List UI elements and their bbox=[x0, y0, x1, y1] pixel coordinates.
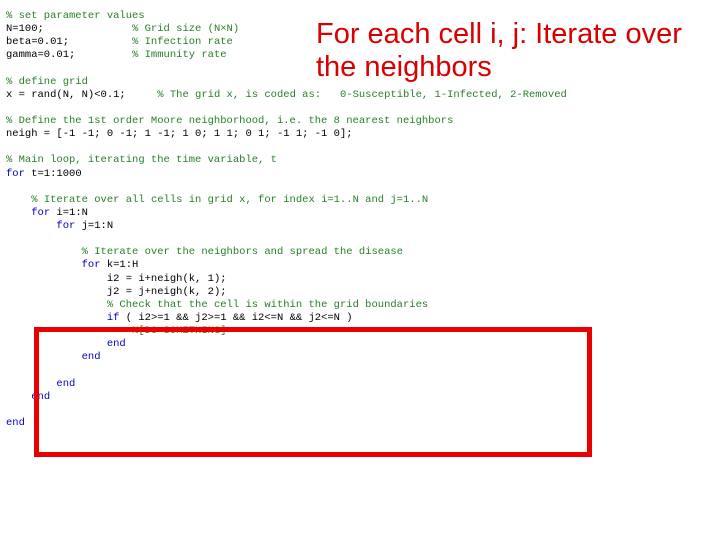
keyword-for: for bbox=[82, 259, 101, 271]
code-line: x = rand(N, N)<0.1; bbox=[6, 89, 126, 101]
comment: % define grid bbox=[6, 76, 88, 88]
code-line: j2 = j+neigh(k, 2); bbox=[107, 286, 227, 298]
code-line: j=1:N bbox=[75, 220, 113, 232]
code-line: t=1:1000 bbox=[25, 168, 82, 180]
comment: %[DO SOMETHING] bbox=[132, 325, 227, 337]
keyword-for: for bbox=[56, 220, 75, 232]
code-line: ( i2>=1 && j2>=1 && i2<=N && j2<=N ) bbox=[119, 312, 352, 324]
code-line: k=1:H bbox=[101, 259, 139, 271]
keyword-end: end bbox=[107, 338, 126, 350]
code-line: i=1:N bbox=[50, 207, 88, 219]
keyword-for: for bbox=[31, 207, 50, 219]
comment: % set parameter values bbox=[6, 10, 145, 22]
code-line: i2 = i+neigh(k, 1); bbox=[107, 273, 227, 285]
comment: % Define the 1st order Moore neighborhoo… bbox=[6, 115, 453, 127]
code-line: gamma=0.01; bbox=[6, 49, 75, 61]
code-line: beta=0.01; bbox=[6, 36, 69, 48]
keyword-end: end bbox=[6, 417, 25, 429]
comment: % Infection rate bbox=[132, 36, 233, 48]
comment: % The grid x, is coded as: 0-Susceptible… bbox=[157, 89, 567, 101]
keyword-end: end bbox=[82, 351, 101, 363]
keyword-for: for bbox=[6, 168, 25, 180]
code-block: % set parameter values N=100; % Grid siz… bbox=[6, 10, 567, 430]
keyword-end: end bbox=[56, 378, 75, 390]
comment: % Check that the cell is within the grid… bbox=[107, 299, 428, 311]
comment: % Iterate over all cells in grid x, for … bbox=[31, 194, 428, 206]
code-line: neigh = [-1 -1; 0 -1; 1 -1; 1 0; 1 1; 0 … bbox=[6, 128, 353, 140]
slide: For each cell i, j: Iterate over the nei… bbox=[0, 0, 720, 540]
comment: % Immunity rate bbox=[132, 49, 227, 61]
comment: % Iterate over the neighbors and spread … bbox=[82, 246, 403, 258]
keyword-end: end bbox=[31, 391, 50, 403]
keyword-if: if bbox=[107, 312, 120, 324]
code-line: N=100; bbox=[6, 23, 44, 35]
comment: % Main loop, iterating the time variable… bbox=[6, 154, 277, 166]
comment: % Grid size (N×N) bbox=[132, 23, 239, 35]
